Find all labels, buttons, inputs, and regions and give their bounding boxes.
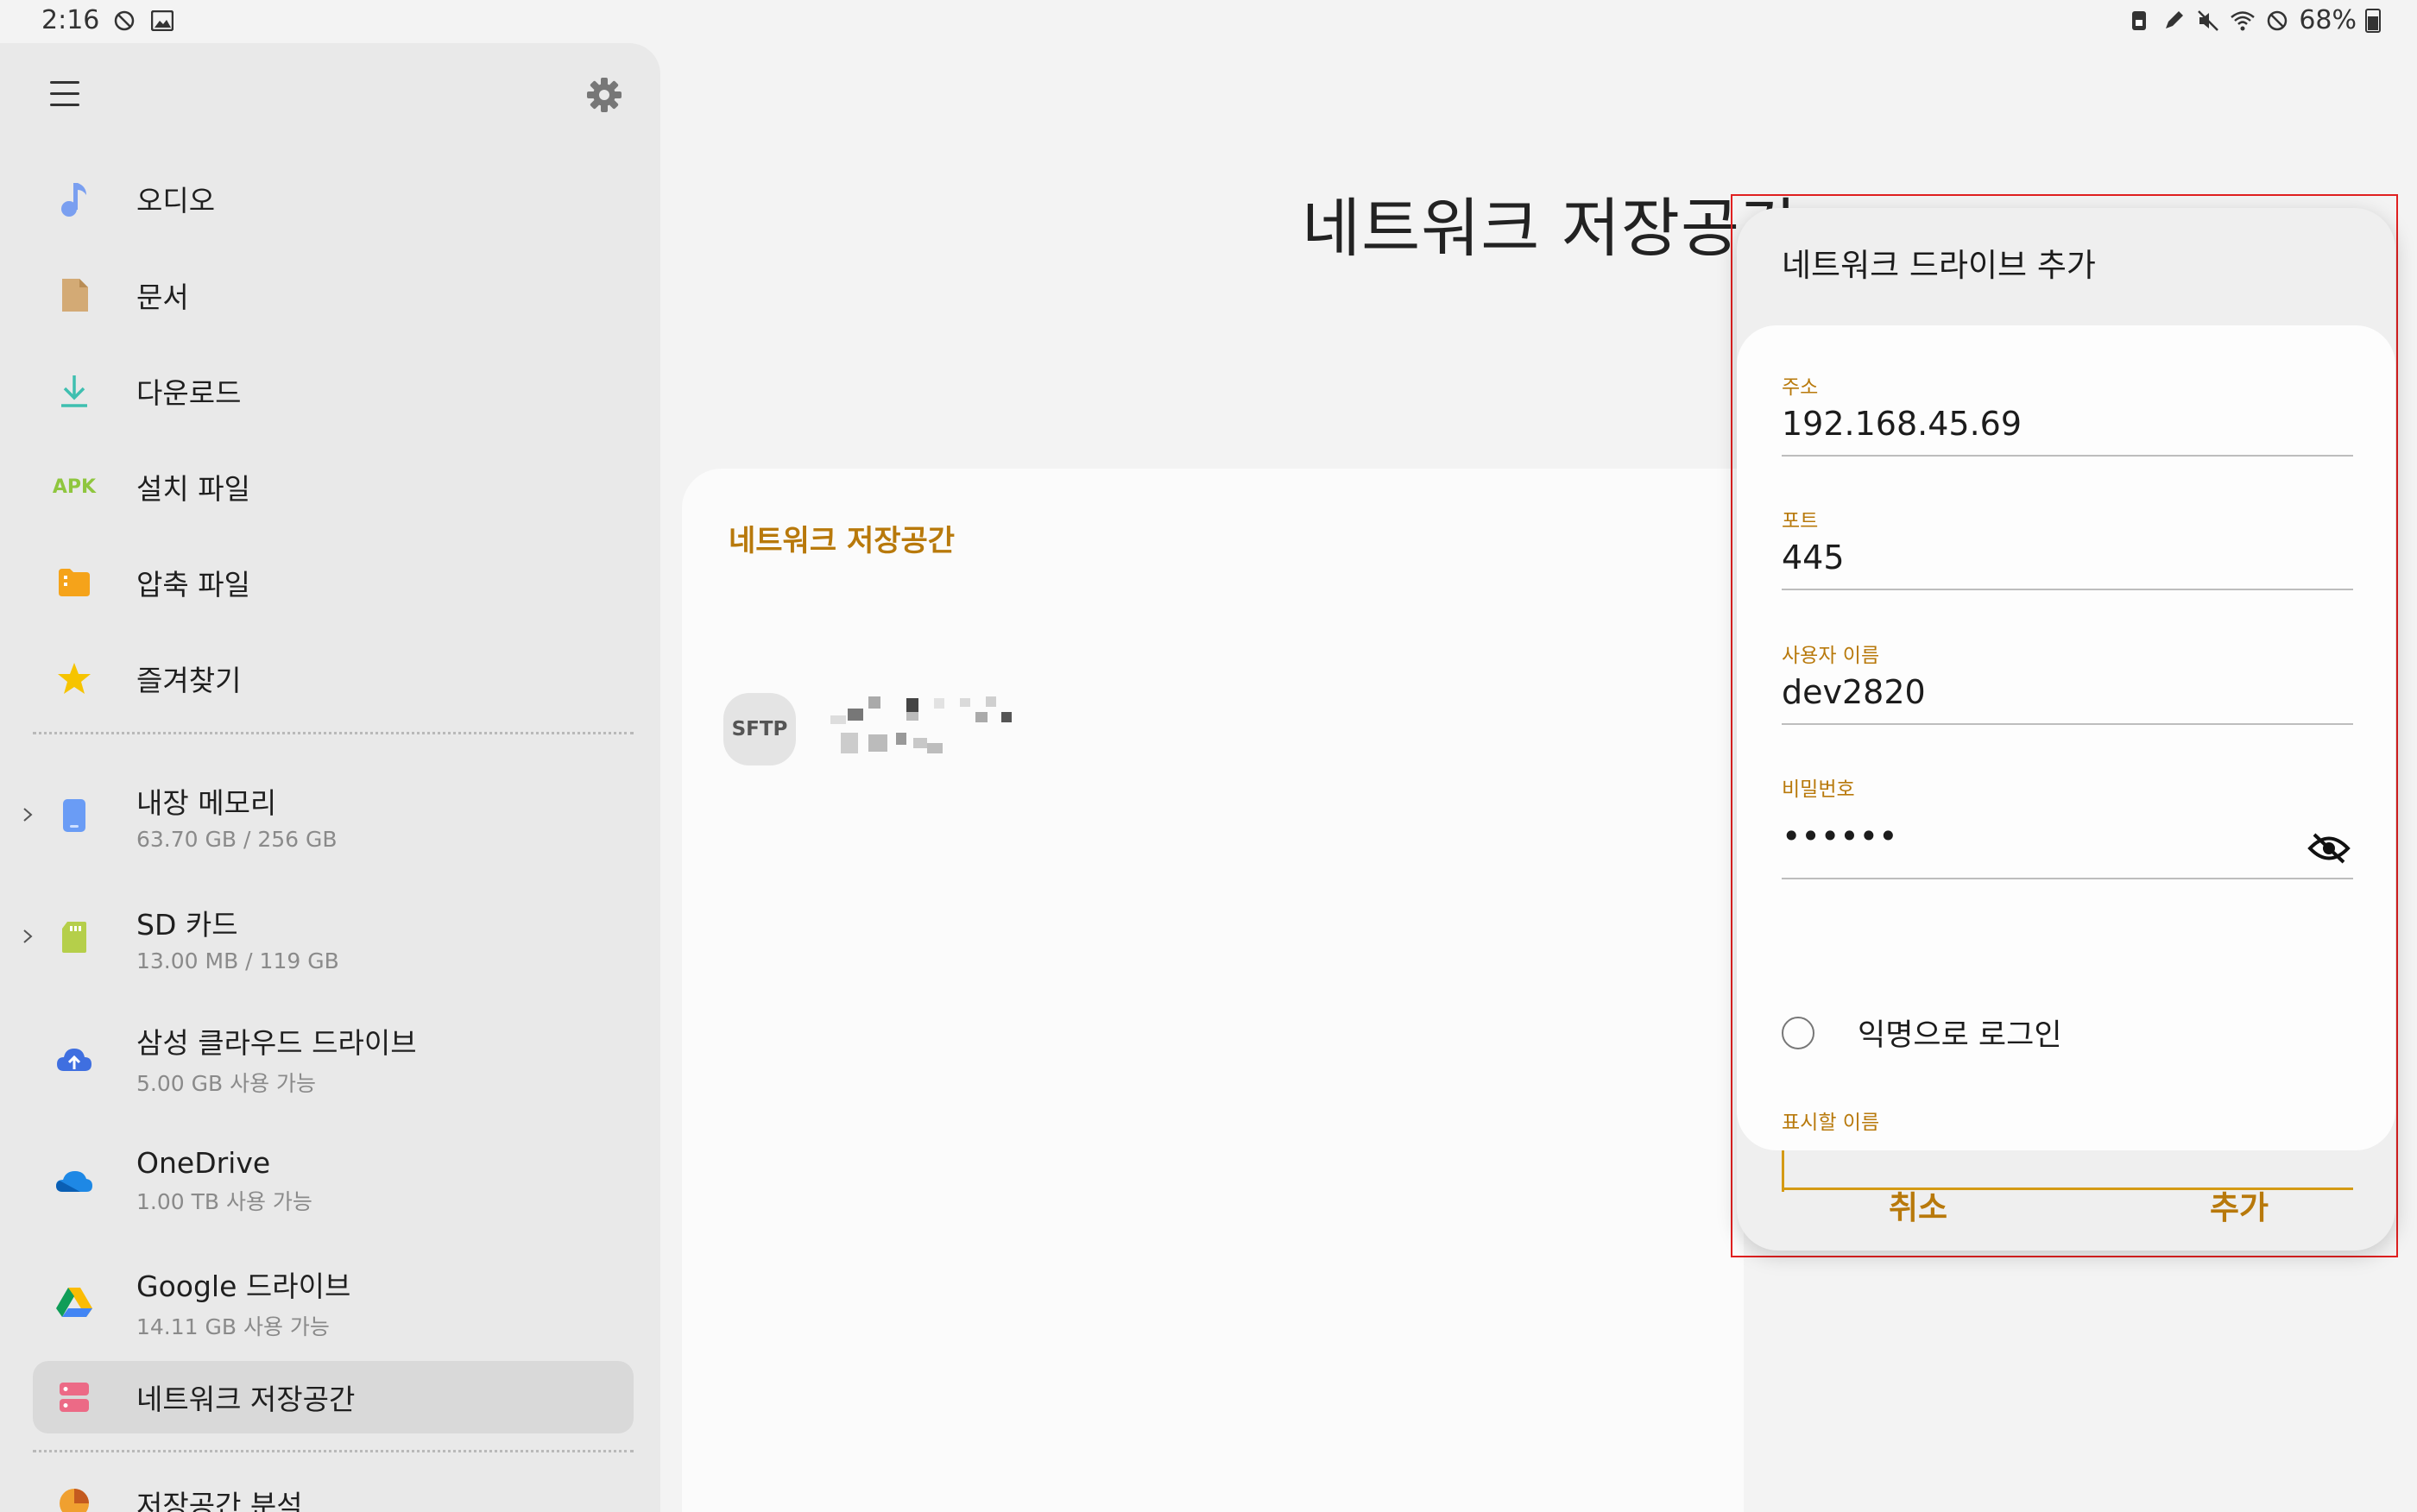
storage-usage: 13.00 MB / 119 GB — [136, 948, 339, 973]
sidebar-item-label: 내장 메모리 — [136, 785, 277, 820]
sidebar-item-text: OneDrive 1.00 TB 사용 가능 — [136, 1146, 312, 1216]
battery-icon — [2365, 8, 2381, 33]
display-name-label: 표시할 이름 — [1782, 1112, 1880, 1134]
username-field: 사용자 이름 — [1782, 639, 2353, 725]
sidebar-item-label: Google 드라이브 — [136, 1269, 351, 1303]
status-bar-right: 68% — [2126, 5, 2381, 35]
sidebar-item-documents[interactable]: 문서 — [33, 254, 634, 337]
sidebar-item-favorites[interactable]: 즐겨찾기 — [33, 637, 634, 720]
password-input[interactable] — [1782, 802, 2353, 879]
wifi-icon — [2230, 8, 2256, 34]
sidebar-item-label: 문서 — [136, 280, 189, 314]
dialog-title: 네트워크 드라이브 추가 — [1782, 247, 2096, 284]
storage-usage: 14.11 GB 사용 가능 — [136, 1314, 330, 1339]
mute-icon — [2195, 8, 2221, 34]
port-input[interactable] — [1782, 533, 2353, 590]
sd-card-icon — [41, 904, 107, 970]
sidebar-item-text: Google 드라이브 14.11 GB 사용 가능 — [136, 1263, 350, 1341]
add-network-drive-dialog: 네트워크 드라이브 추가 주소 포트 사용자 이름 비밀번호 익명으로 로그인 … — [1737, 208, 2395, 1251]
sidebar-item-audio[interactable]: 오디오 — [33, 157, 634, 240]
sidebar-item-google-drive[interactable]: Google 드라이브 14.11 GB 사용 가능 — [33, 1251, 634, 1353]
sidebar-item-text: 내장 메모리 63.70 GB / 256 GB — [136, 780, 338, 852]
apk-icon: APK — [41, 454, 107, 520]
sidebar-item-label: OneDrive — [136, 1145, 271, 1180]
clock: 2:16 — [41, 5, 100, 35]
sidebar-divider — [33, 732, 634, 734]
menu-icon[interactable] — [50, 81, 79, 107]
blocked-icon — [2264, 8, 2290, 34]
sidebar-item-internal-storage[interactable]: 내장 메모리 63.70 GB / 256 GB — [23, 765, 634, 866]
sidebar-item-label: 다운로드 — [136, 376, 242, 410]
onedrive-icon — [41, 1148, 107, 1213]
anonymous-login-label: 익명으로 로그인 — [1858, 1018, 2062, 1053]
document-icon — [41, 262, 107, 328]
sidebar-item-samsung-cloud[interactable]: 삼성 클라우드 드라이브 5.00 GB 사용 가능 — [33, 1008, 634, 1110]
sidebar-item-label: 설치 파일 — [136, 472, 250, 506]
sidebar-item-network-storage[interactable]: 네트워크 저장공간 — [33, 1361, 634, 1433]
port-field: 포트 — [1782, 504, 2353, 590]
apk-icon-text: APK — [52, 476, 97, 498]
port-label: 포트 — [1782, 510, 1819, 532]
address-input[interactable] — [1782, 400, 2353, 457]
sidebar-item-storage-analysis[interactable]: 저장공간 분석 — [33, 1469, 634, 1512]
sidebar-item-downloads[interactable]: 다운로드 — [33, 350, 634, 432]
card-title: 네트워크 저장공간 — [729, 524, 956, 558]
samsung-cloud-icon — [41, 1026, 107, 1092]
sidebar-item-label: 압축 파일 — [136, 568, 250, 602]
redacted-server-name[interactable] — [830, 695, 1038, 764]
status-bar-left: 2:16 — [41, 5, 175, 35]
sidebar-item-text: SD 카드 13.00 MB / 119 GB — [136, 902, 339, 973]
username-input[interactable] — [1782, 668, 2353, 725]
network-storage-icon — [41, 1364, 107, 1430]
storage-usage: 63.70 GB / 256 GB — [136, 826, 338, 852]
pen-icon — [2161, 8, 2187, 34]
chevron-right-icon[interactable] — [19, 806, 36, 823]
username-label: 사용자 이름 — [1782, 645, 1880, 667]
google-drive-icon — [41, 1269, 107, 1335]
password-label: 비밀번호 — [1782, 778, 1855, 801]
sidebar-item-text: 삼성 클라우드 드라이브 5.00 GB 사용 가능 — [136, 1020, 417, 1098]
anonymous-login-option[interactable]: 익명으로 로그인 — [1782, 1011, 2062, 1055]
anonymous-login-radio[interactable] — [1782, 1016, 1814, 1049]
lock-sim-icon — [2126, 8, 2152, 34]
network-storage-card: 네트워크 저장공간 SFTP — [682, 469, 1744, 1512]
archive-icon — [41, 550, 107, 615]
do-not-disturb-icon — [111, 8, 137, 34]
chevron-right-icon[interactable] — [19, 928, 36, 945]
sidebar-item-label: 오디오 — [136, 184, 216, 217]
settings-gear-icon[interactable] — [585, 76, 623, 114]
sidebar-item-label: 삼성 클라우드 드라이브 — [136, 1026, 417, 1060]
sidebar-item-label: 저장공간 분석 — [136, 1489, 303, 1512]
sidebar-item-label: 네트워크 저장공간 — [136, 1383, 356, 1416]
add-button[interactable]: 추가 — [2184, 1173, 2294, 1237]
sidebar-item-onedrive[interactable]: OneDrive 1.00 TB 사용 가능 — [33, 1130, 634, 1232]
sidebar: 오디오 문서 다운로드 APK 설치 파일 압축 파일 즐겨찾기 내장 메모리 … — [0, 43, 660, 1512]
address-label: 주소 — [1782, 376, 1819, 399]
text-cursor — [1782, 1150, 1784, 1192]
star-icon — [41, 646, 107, 711]
sidebar-item-label: 즐겨찾기 — [136, 664, 242, 697]
sidebar-item-label: SD 카드 — [136, 907, 238, 942]
sidebar-item-sd-card[interactable]: SD 카드 13.00 MB / 119 GB — [23, 886, 634, 988]
sidebar-item-archives[interactable]: 압축 파일 — [33, 541, 634, 624]
music-note-icon — [41, 166, 107, 231]
password-field: 비밀번호 — [1782, 772, 2353, 879]
phone-icon — [41, 783, 107, 848]
download-icon — [41, 358, 107, 424]
sidebar-item-apk[interactable]: APK 설치 파일 — [33, 445, 634, 528]
storage-usage: 1.00 TB 사용 가능 — [136, 1188, 312, 1214]
address-field: 주소 — [1782, 370, 2353, 457]
gallery-icon — [149, 8, 175, 34]
sidebar-divider — [33, 1450, 634, 1452]
page-title: 네트워크 저장공간 — [1302, 192, 1801, 266]
status-bar: 2:16 68% — [0, 0, 2417, 43]
battery-percent: 68% — [2299, 5, 2357, 35]
cancel-button[interactable]: 취소 — [1863, 1173, 1973, 1237]
sftp-server-badge[interactable]: SFTP — [723, 693, 796, 765]
storage-analysis-icon — [41, 1471, 107, 1512]
hide-password-icon[interactable] — [2305, 824, 2353, 873]
storage-usage: 5.00 GB 사용 가능 — [136, 1071, 317, 1096]
